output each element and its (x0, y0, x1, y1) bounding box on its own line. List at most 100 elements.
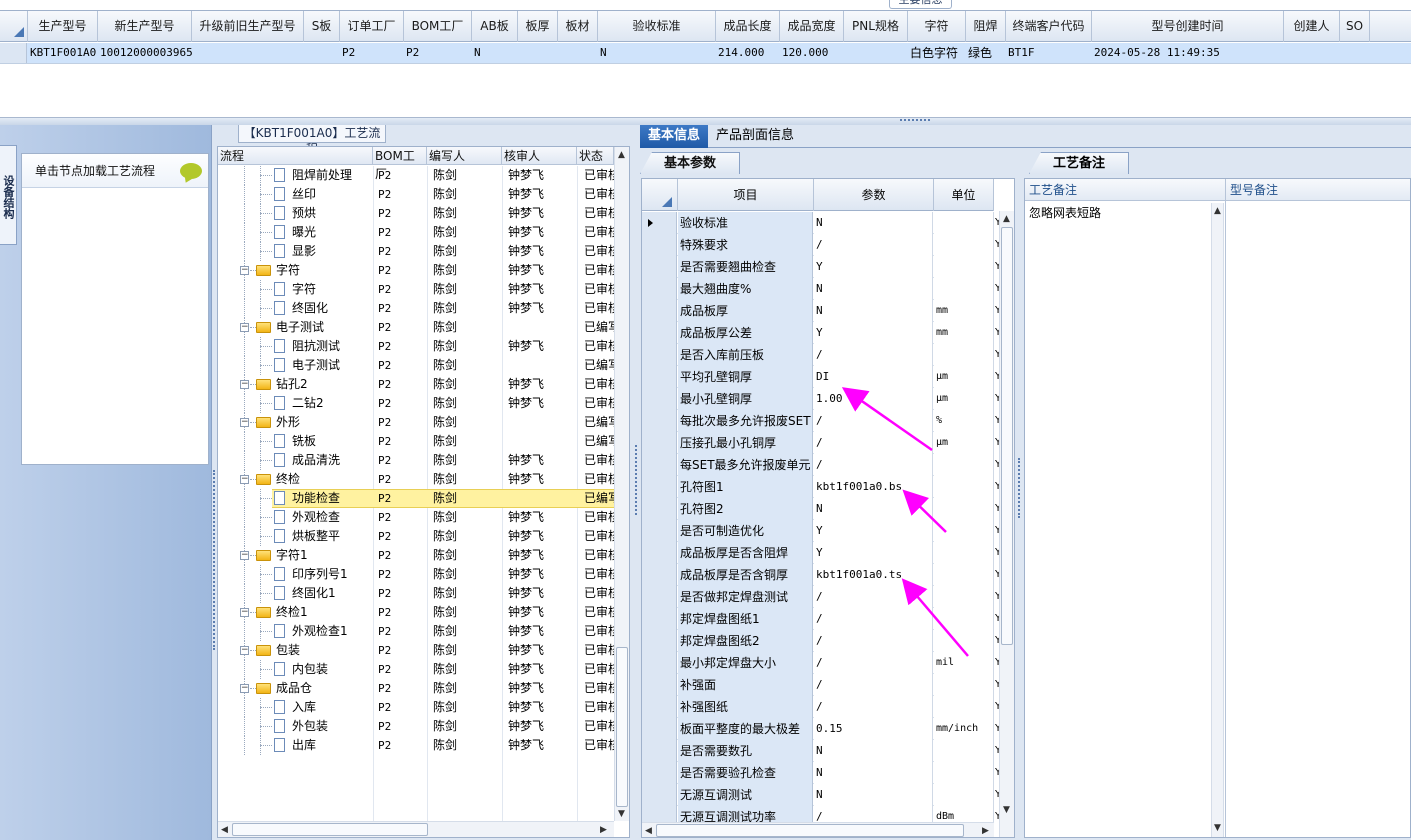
col-header[interactable]: 型号创建时间 (1092, 11, 1284, 42)
col-header[interactable]: 新生产型号 (98, 11, 192, 42)
tree-row[interactable]: 丝印 P2 陈剑 钟梦飞 已审核 (218, 185, 614, 204)
col-header[interactable]: 单位 (934, 179, 994, 211)
collapse-toggle-icon[interactable]: − (240, 323, 249, 332)
col-header[interactable]: AB板 (472, 11, 518, 42)
param-value[interactable]: DI (814, 366, 933, 388)
tree-row[interactable]: − 包装 P2 陈剑 钟梦飞 已审核 (218, 641, 614, 660)
param-row[interactable]: 成品板厚NmmY (642, 300, 1001, 322)
tree-row[interactable]: 内包装 P2 陈剑 钟梦飞 已审核 (218, 660, 614, 679)
tree-row[interactable]: 曝光 P2 陈剑 钟梦飞 已审核 (218, 223, 614, 242)
col-header[interactable]: 成品宽度 (780, 11, 844, 42)
row-selector[interactable] (642, 520, 677, 542)
tab-process-remarks[interactable]: 工艺备注 (1029, 152, 1129, 174)
param-row[interactable]: 邦定焊盘图纸2/Y (642, 630, 1001, 652)
row-selector[interactable] (642, 432, 677, 454)
collapse-toggle-icon[interactable]: − (240, 551, 249, 560)
col-header[interactable]: 升级前旧生产型号 (192, 11, 304, 42)
param-row[interactable]: 补强图纸/Y (642, 696, 1001, 718)
params-vertical-scrollbar[interactable]: ▲ ▼ (999, 211, 1014, 837)
row-selector[interactable] (642, 586, 677, 608)
tree-row[interactable]: − 终检 P2 陈剑 钟梦飞 已审核 (218, 470, 614, 489)
col-header[interactable]: 终端客户代码 (1006, 11, 1092, 42)
param-value[interactable]: / (814, 410, 933, 432)
collapse-toggle-icon[interactable]: − (240, 684, 249, 693)
tree-row[interactable]: − 成品仓 P2 陈剑 钟梦飞 已审核 (218, 679, 614, 698)
param-value[interactable]: 0.15 (814, 718, 933, 740)
col-header[interactable]: BOM工厂 (404, 11, 472, 42)
param-row[interactable]: 是否做邦定焊盘测试/Y (642, 586, 1001, 608)
param-value[interactable]: Y (814, 520, 933, 542)
tree-row[interactable]: 外观检查 P2 陈剑 钟梦飞 已审核 (218, 508, 614, 527)
tree-row[interactable]: 印序列号1 P2 陈剑 钟梦飞 已审核 (218, 565, 614, 584)
tab-basic-info[interactable]: 基本信息 (640, 125, 709, 148)
row-selector[interactable] (642, 542, 677, 564)
col-header[interactable]: 核审人 (502, 147, 577, 165)
param-value[interactable]: N (814, 740, 933, 762)
tree-horizontal-scrollbar[interactable]: ◀ ▶ (218, 821, 614, 837)
tree-row[interactable]: − 钻孔2 P2 陈剑 钟梦飞 已审核 (218, 375, 614, 394)
param-row[interactable]: 板面平整度的最大极差0.15mm/inchY (642, 718, 1001, 740)
param-value[interactable]: / (814, 674, 933, 696)
param-row[interactable]: 邦定焊盘图纸1/Y (642, 608, 1001, 630)
horizontal-splitter[interactable] (0, 118, 1411, 125)
tree-row[interactable]: 预烘 P2 陈剑 钟梦飞 已审核 (218, 204, 614, 223)
param-value[interactable]: / (814, 432, 933, 454)
col-header[interactable]: 生产型号 (28, 11, 98, 42)
col-header[interactable]: 状态 (577, 147, 614, 165)
col-header[interactable]: 字符 (908, 11, 966, 42)
param-row[interactable]: 孔符图1kbt1f001a0.bsY (642, 476, 1001, 498)
tree-row[interactable]: 阻抗测试 P2 陈剑 钟梦飞 已审核 (218, 337, 614, 356)
tree-row[interactable]: 出库 P2 陈剑 钟梦飞 已审核 (218, 736, 614, 755)
col-header[interactable]: 阻焊 (966, 11, 1006, 42)
param-value[interactable]: N (814, 784, 933, 806)
param-value[interactable]: kbt1f001a0.bs (814, 476, 933, 498)
row-selector[interactable] (642, 674, 677, 696)
row-selector[interactable] (642, 410, 677, 432)
row-selector[interactable] (642, 564, 677, 586)
param-value[interactable]: / (814, 586, 933, 608)
param-value[interactable]: kbt1f001a0.ts (814, 564, 933, 586)
select-all-corner[interactable] (642, 179, 678, 211)
col-header[interactable]: 编写人 (427, 147, 502, 165)
param-value[interactable]: 1.00 (814, 388, 933, 410)
col-header[interactable]: PNL规格 (844, 11, 908, 42)
remark-scrollbar[interactable]: ▲ ▼ (1211, 203, 1224, 837)
select-all-corner[interactable] (0, 11, 28, 42)
collapse-toggle-icon[interactable]: − (240, 608, 249, 617)
row-selector[interactable] (642, 608, 677, 630)
tab-basic-params[interactable]: 基本参数 (640, 152, 740, 174)
row-selector[interactable] (642, 696, 677, 718)
tree-row[interactable]: 二钻2 P2 陈剑 钟梦飞 已审核 (218, 394, 614, 413)
param-value[interactable]: / (814, 652, 933, 674)
row-selector[interactable] (642, 234, 677, 256)
row-selector[interactable] (642, 300, 677, 322)
param-row[interactable]: 是否入库前压板/Y (642, 344, 1001, 366)
row-selector[interactable] (642, 388, 677, 410)
tree-row[interactable]: 铣板 P2 陈剑 已编写 (218, 432, 614, 451)
row-selector[interactable] (642, 476, 677, 498)
process-remark-text[interactable]: 忽略网表短路 (1029, 204, 1101, 221)
row-selector[interactable] (642, 278, 677, 300)
tree-row[interactable]: 电子测试 P2 陈剑 已编写 (218, 356, 614, 375)
tree-row[interactable]: 阻焊前处理 P2 陈剑 钟梦飞 已审核 (218, 166, 614, 185)
col-header[interactable]: 创建人 (1284, 11, 1340, 42)
param-value[interactable]: / (814, 454, 933, 476)
row-selector[interactable] (642, 212, 677, 234)
col-header[interactable]: BOM工厂 (373, 147, 427, 181)
param-value[interactable]: N (814, 212, 933, 234)
col-header[interactable]: 订单工厂 (340, 11, 404, 42)
tree-row[interactable]: 终固化 P2 陈剑 钟梦飞 已审核 (218, 299, 614, 318)
param-value[interactable]: / (814, 608, 933, 630)
tab-product-section-info[interactable]: 产品剖面信息 (708, 125, 802, 148)
param-row[interactable]: 平均孔壁铜厚DIμmY (642, 366, 1001, 388)
param-row[interactable]: 无源互调测试NY (642, 784, 1001, 806)
col-header[interactable]: S板 (304, 11, 340, 42)
param-value[interactable]: / (814, 234, 933, 256)
col-header[interactable]: SO (1340, 11, 1370, 42)
row-selector[interactable] (642, 740, 677, 762)
collapse-toggle-icon[interactable]: − (240, 418, 249, 427)
row-selector[interactable] (642, 454, 677, 476)
device-structure-tab[interactable]: 设备结构 (0, 145, 17, 245)
tree-row[interactable]: 烘板整平 P2 陈剑 钟梦飞 已审核 (218, 527, 614, 546)
collapse-toggle-icon[interactable]: − (240, 646, 249, 655)
